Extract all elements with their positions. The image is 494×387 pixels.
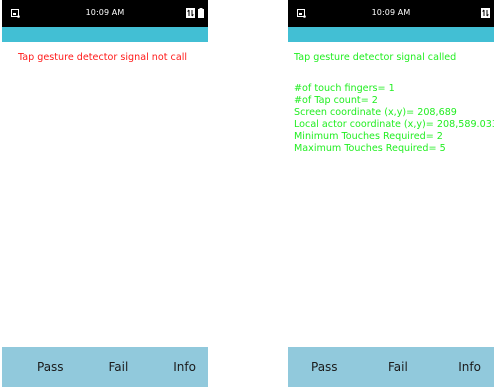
title-bar	[288, 27, 494, 42]
left-phone-screen: 10:09 AM Tap gesture detector signal not…	[2, 0, 208, 387]
fail-button[interactable]: Fail	[388, 360, 408, 374]
pass-button[interactable]: Pass	[311, 360, 338, 374]
detail-local-actor-coordinate: Local actor coordinate (x,y)= 208,589.03…	[294, 119, 494, 130]
signal-status-text: Tap gesture detector signal called	[294, 52, 457, 63]
detail-touch-fingers: #of touch fingers= 1	[294, 83, 395, 94]
detail-tap-count: #of Tap count= 2	[294, 95, 378, 106]
status-icons	[186, 7, 204, 19]
status-bar: 10:09 AM	[288, 0, 494, 27]
status-bar: 10:09 AM	[2, 0, 208, 27]
status-icons	[481, 7, 490, 19]
detail-minimum-touches: Minimum Touches Required= 2	[294, 131, 443, 142]
info-button[interactable]: Info	[173, 360, 196, 374]
title-bar	[2, 27, 208, 42]
fail-button[interactable]: Fail	[109, 360, 129, 374]
right-phone-screen: 10:09 AM Tap gesture detector signal cal…	[288, 0, 494, 387]
result-message-area: Tap gesture detector signal called #of t…	[294, 52, 494, 155]
signal-status-text: Tap gesture detector signal not call	[18, 52, 188, 63]
status-time: 10:09 AM	[85, 8, 125, 17]
bottom-button-bar: Pass Fail Info	[2, 347, 208, 387]
detail-maximum-touches: Maximum Touches Required= 5	[294, 143, 446, 154]
signal-icon	[186, 8, 195, 18]
pass-button[interactable]: Pass	[37, 360, 64, 374]
bottom-button-bar: Pass Fail Info	[288, 347, 494, 387]
result-message-area: Tap gesture detector signal not call	[18, 52, 208, 64]
status-time: 10:09 AM	[371, 8, 411, 17]
detail-screen-coordinate: Screen coordinate (x,y)= 208,689	[294, 107, 457, 118]
info-button[interactable]: Info	[458, 360, 481, 374]
battery-icon	[198, 8, 204, 18]
signal-icon	[481, 8, 490, 18]
